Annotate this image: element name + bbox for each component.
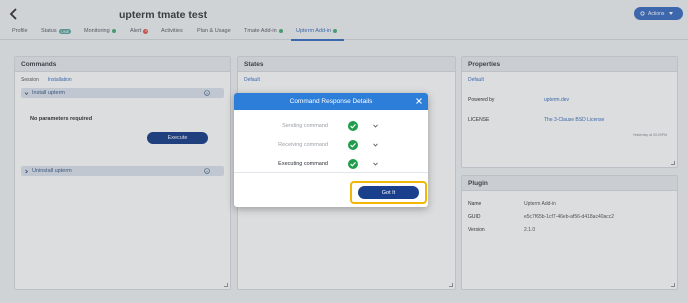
step-row: Sending command bbox=[234, 120, 428, 132]
close-icon[interactable] bbox=[416, 98, 422, 104]
check-circle-icon bbox=[348, 121, 358, 131]
step-label: Sending command bbox=[282, 123, 328, 129]
modal-title: Command Response Details bbox=[289, 98, 373, 105]
step-label: Executing command bbox=[278, 161, 328, 167]
step-label: Receiving command bbox=[278, 142, 328, 148]
chevron-down-icon[interactable] bbox=[373, 162, 378, 166]
got-it-button[interactable]: Got It bbox=[358, 186, 419, 199]
check-circle-icon bbox=[348, 159, 358, 169]
modal-divider bbox=[234, 172, 428, 173]
chevron-down-icon[interactable] bbox=[373, 124, 378, 128]
step-row: Receiving command bbox=[234, 139, 428, 151]
check-circle-icon bbox=[348, 140, 358, 150]
chevron-down-icon[interactable] bbox=[373, 143, 378, 147]
modal-header: Command Response Details bbox=[234, 93, 428, 110]
step-row: Executing command bbox=[234, 158, 428, 170]
